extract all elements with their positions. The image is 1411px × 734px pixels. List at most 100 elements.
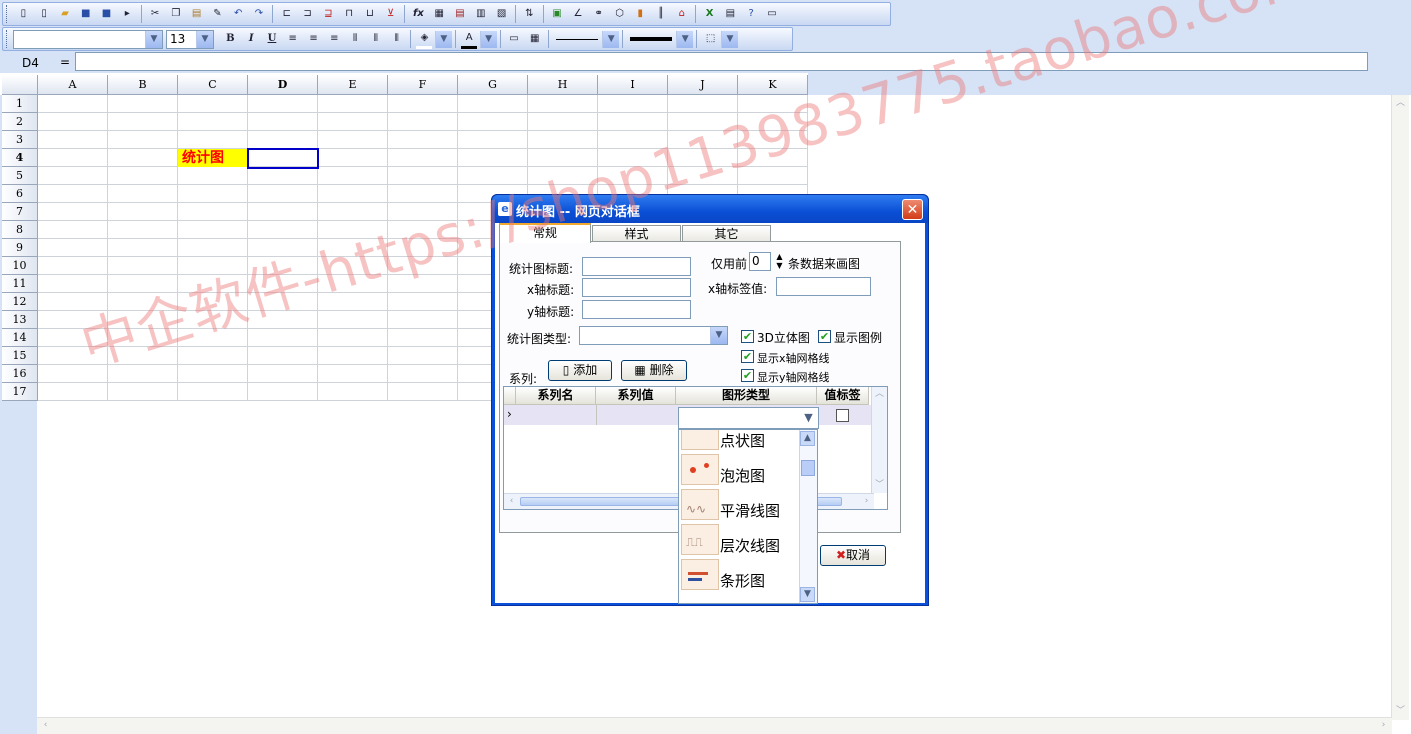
save-as-icon[interactable]: ■: [99, 6, 115, 22]
y-title-input[interactable]: [582, 300, 691, 319]
column-header-f[interactable]: F: [388, 75, 458, 95]
chart-type-dropdown-list[interactable]: 点状图 泡泡图 ∿∿ 平滑线图 ⎍⎍ 层次线图 条形图 ▲ ▼: [678, 429, 818, 604]
row-header-5[interactable]: 5: [2, 167, 38, 185]
barcode-icon[interactable]: ║: [653, 6, 669, 22]
dropdown-scrollbar[interactable]: ▲ ▼: [799, 430, 817, 603]
list-item[interactable]: ⎍⎍ 层次线图: [679, 522, 801, 557]
insert-column-left-icon[interactable]: ⊏: [279, 6, 295, 22]
save-icon[interactable]: ■: [78, 6, 94, 22]
image-icon[interactable]: ▣: [549, 6, 565, 22]
tab-other[interactable]: 其它: [682, 225, 771, 242]
column-header-j[interactable]: J: [668, 75, 738, 95]
redo-icon[interactable]: ↷: [251, 6, 267, 22]
underline-button[interactable]: U: [264, 31, 280, 47]
column-header-k[interactable]: K: [738, 75, 808, 95]
row-header-9[interactable]: 9: [2, 239, 38, 257]
x-label-values-input[interactable]: [776, 277, 871, 296]
link-icon[interactable]: ⚭: [591, 6, 607, 22]
row-header-16[interactable]: 16: [2, 365, 38, 383]
italic-button[interactable]: I: [243, 31, 259, 47]
insert-row-icon[interactable]: ⊒: [320, 6, 336, 22]
sort-icon[interactable]: ⇅: [521, 6, 537, 22]
selected-cell-d4[interactable]: [247, 148, 319, 169]
row-header-12[interactable]: 12: [2, 293, 38, 311]
list-item[interactable]: 条形图: [679, 557, 801, 592]
show-legend-checkbox[interactable]: ✔: [818, 330, 831, 343]
chart-type-dropdown-input[interactable]: ▼: [678, 407, 819, 429]
chevron-down-icon[interactable]: ▼: [479, 30, 497, 48]
cut-icon[interactable]: ✂: [147, 6, 163, 22]
align-right-icon[interactable]: ≡: [326, 31, 342, 47]
select-all-corner[interactable]: [2, 75, 38, 95]
fill-color-icon[interactable]: ◈: [416, 30, 433, 49]
merge-icon[interactable]: ⊻: [383, 6, 399, 22]
font-color-icon[interactable]: A: [461, 30, 478, 49]
tab-general[interactable]: 常规: [499, 223, 591, 243]
scroll-left-icon[interactable]: ‹: [504, 494, 519, 509]
row-header-4[interactable]: 4: [2, 149, 38, 167]
column-header-d[interactable]: D: [248, 75, 318, 95]
row-header-14[interactable]: 14: [2, 329, 38, 347]
list-item[interactable]: ∿∿ 平滑线图: [679, 487, 801, 522]
row-header-13[interactable]: 13: [2, 311, 38, 329]
function-icon[interactable]: fx: [410, 6, 426, 22]
row-header-10[interactable]: 10: [2, 257, 38, 275]
row-header-7[interactable]: 7: [2, 203, 38, 221]
chart-type-select[interactable]: ▼: [579, 326, 728, 345]
cell-c4[interactable]: 统计图: [178, 149, 247, 167]
x-grid-checkbox[interactable]: ✔: [741, 350, 754, 363]
scroll-thumb[interactable]: [801, 460, 815, 476]
excel-icon[interactable]: X: [702, 6, 718, 22]
column-header-e[interactable]: E: [318, 75, 388, 95]
paste-icon[interactable]: ▤: [189, 6, 205, 22]
new-document-icon[interactable]: ▯: [36, 6, 52, 22]
cancel-button[interactable]: ✖取消: [820, 545, 886, 566]
dialog-titlebar[interactable]: e 统计图 -- 网页对话框 ✕: [492, 195, 928, 223]
delete-row-icon[interactable]: ⊔: [362, 6, 378, 22]
row-header-6[interactable]: 6: [2, 185, 38, 203]
tab-style[interactable]: 样式: [592, 225, 681, 242]
horizontal-scrollbar[interactable]: ‹ ›: [37, 717, 1392, 734]
row-header-17[interactable]: 17: [2, 383, 38, 401]
distribute-icon[interactable]: ⦀: [347, 31, 363, 47]
column-header-i[interactable]: I: [598, 75, 668, 95]
scroll-right-icon[interactable]: ›: [859, 494, 874, 509]
table-vertical-scrollbar[interactable]: ︿ ﹀: [871, 387, 887, 493]
font-size-select[interactable]: 13 ▼: [166, 29, 214, 49]
column-header-a[interactable]: A: [38, 75, 108, 95]
scroll-up-icon[interactable]: ︿: [1393, 96, 1408, 111]
undo-icon[interactable]: ↶: [230, 6, 246, 22]
scroll-down-icon[interactable]: ﹀: [872, 478, 887, 493]
y-grid-checkbox[interactable]: ✔: [741, 369, 754, 382]
comment-icon[interactable]: ▭: [764, 6, 780, 22]
bar-chart-icon[interactable]: ▮: [632, 6, 648, 22]
list-item[interactable]: 点状图: [679, 430, 801, 452]
row-header-3[interactable]: 3: [2, 131, 38, 149]
value-label-checkbox[interactable]: [836, 409, 849, 422]
vertical-scrollbar[interactable]: ︿ ﹀: [1391, 95, 1409, 720]
chart-line-icon[interactable]: ∠: [570, 6, 586, 22]
align-left-icon[interactable]: ≡: [285, 31, 301, 47]
vertical-bottom-icon[interactable]: ⦀: [389, 31, 405, 47]
vertical-top-icon[interactable]: ⦀: [368, 31, 384, 47]
format-painter-icon[interactable]: ✎: [209, 6, 225, 22]
chevron-down-icon[interactable]: ▼: [196, 30, 213, 48]
open-folder-icon[interactable]: ▰: [57, 6, 73, 22]
chevron-down-icon[interactable]: ▼: [676, 30, 694, 48]
font-name-select[interactable]: ▼: [13, 29, 163, 49]
column-header-b[interactable]: B: [108, 75, 178, 95]
chevron-down-icon[interactable]: ▼: [720, 30, 738, 48]
copy-icon[interactable]: ❐: [168, 6, 184, 22]
row-count-input[interactable]: 0: [749, 252, 771, 271]
three-d-checkbox[interactable]: ✔: [741, 330, 754, 343]
close-button[interactable]: ✕: [902, 199, 923, 220]
scroll-down-icon[interactable]: ▼: [800, 587, 815, 602]
scroll-right-icon[interactable]: ›: [1376, 718, 1391, 733]
table-icon[interactable]: ▦: [431, 6, 447, 22]
row-header-1[interactable]: 1: [2, 95, 38, 113]
column-header-h[interactable]: H: [528, 75, 598, 95]
delete-series-button[interactable]: ▦ 删除: [621, 360, 687, 381]
scroll-down-icon[interactable]: ﹀: [1393, 704, 1408, 719]
align-center-icon[interactable]: ≡: [306, 31, 322, 47]
row-header-2[interactable]: 2: [2, 113, 38, 131]
